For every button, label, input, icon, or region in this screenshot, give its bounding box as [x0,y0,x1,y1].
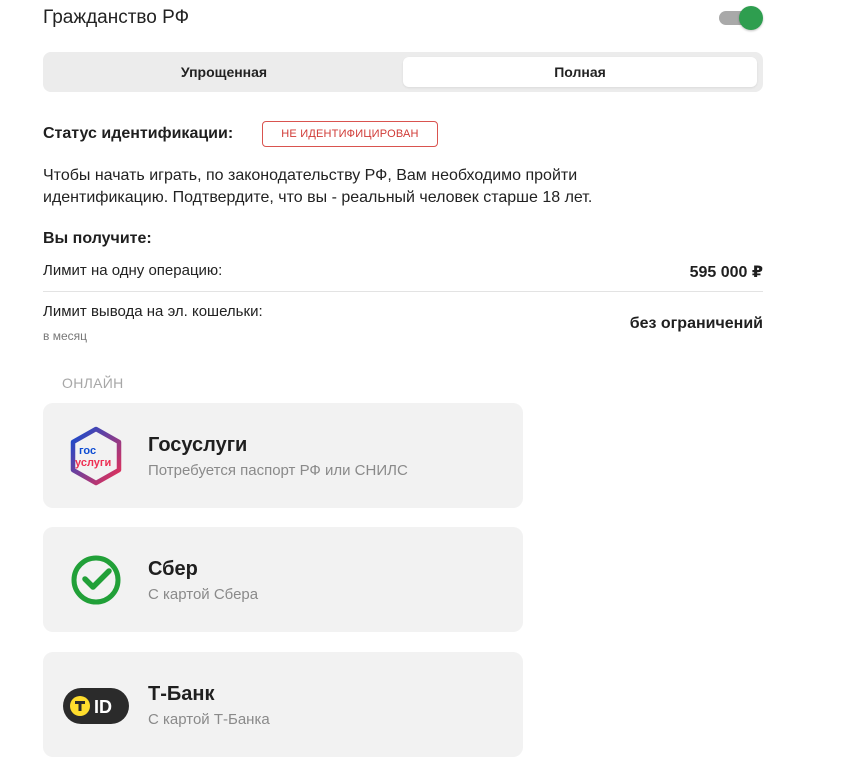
provider-description: Потребуется паспорт РФ или СНИЛС [148,462,408,479]
limit-row-operation: Лимит на одну операцию: 595 000 ₽ [43,262,763,292]
provider-name: Сбер [148,558,198,580]
limit-sublabel: в месяц [43,329,88,343]
toggle-knob [739,6,763,30]
citizenship-row: Гражданство РФ [43,5,763,33]
gosuslugi-logo: гос услуги [63,423,129,489]
svg-text:ID: ID [94,697,112,717]
provider-name: Госуслуги [148,434,248,456]
provider-card-tbank[interactable]: ID Т-Банк С картой Т-Банка [43,652,523,757]
svg-text:гос: гос [79,445,96,457]
provider-card-gosuslugi[interactable]: гос услуги Госуслуги Потребуется паспорт… [43,403,523,508]
identification-mode-tabs: Упрощенная Полная [43,52,763,92]
tab-full[interactable]: Полная [403,57,757,87]
limit-row-wallet: Лимит вывода на эл. кошельки: в месяц бе… [43,303,763,353]
limit-value: без ограничений [629,315,763,332]
citizenship-toggle[interactable] [719,6,763,30]
benefits-title: Вы получите: [43,230,152,247]
tab-simplified[interactable]: Упрощенная [47,57,401,87]
limit-label: Лимит вывода на эл. кошельки: [43,303,263,320]
tbank-id-logo: ID [63,672,129,738]
provider-card-sber[interactable]: Сбер С картой Сбера [43,527,523,632]
sber-logo [63,547,129,613]
status-label: Статус идентификации: [43,125,234,142]
citizenship-title: Гражданство РФ [43,7,190,28]
online-section-label: ОНЛАЙН [62,375,124,391]
provider-name: Т-Банк [148,683,215,705]
provider-description: С картой Сбера [148,586,259,603]
limit-label: Лимит на одну операцию: [43,262,223,279]
svg-text:услуги: услуги [75,457,111,469]
identification-description: Чтобы начать играть, по законодательству… [43,167,593,206]
identification-page: Гражданство РФ Упрощенная Полная Статус … [0,0,854,757]
status-badge: НЕ ИДЕНТИФИЦИРОВАН [262,121,438,147]
provider-description: С картой Т-Банка [148,711,270,728]
limit-value: 595 000 ₽ [689,264,763,281]
